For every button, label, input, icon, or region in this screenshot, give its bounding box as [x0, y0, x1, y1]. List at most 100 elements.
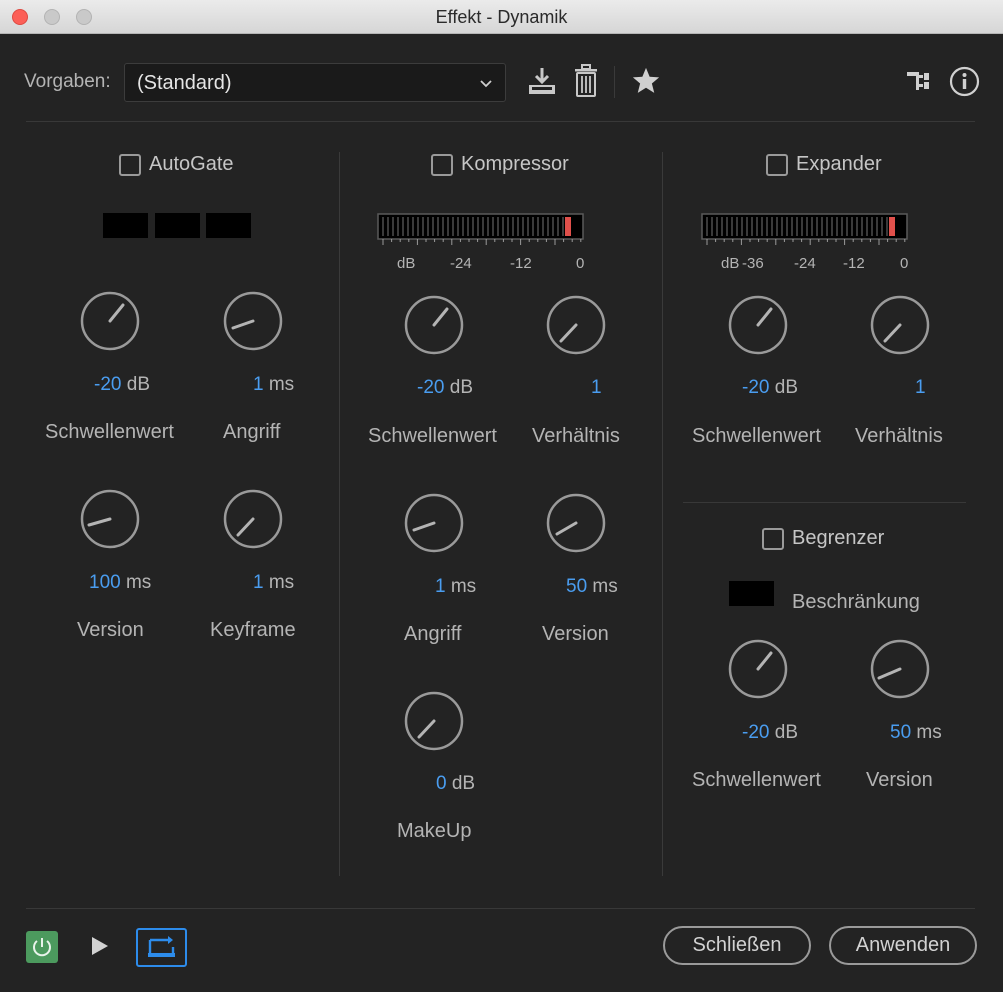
expander-threshold-knob[interactable]	[727, 294, 789, 356]
limiter-title: Begrenzer	[792, 527, 885, 549]
compressor-release-knob[interactable]	[545, 492, 607, 554]
close-button[interactable]: Schließen	[663, 926, 811, 965]
expander-meter-tick: 0	[900, 255, 909, 272]
expander-meter-segment	[871, 217, 873, 236]
limiter-checkbox[interactable]	[762, 528, 784, 550]
compressor-meter-segment	[527, 217, 529, 236]
play-icon[interactable]	[91, 936, 109, 956]
compressor-meter-segment	[387, 217, 389, 236]
autogate-release-knob[interactable]	[79, 488, 141, 550]
header-divider	[26, 121, 975, 122]
autogate-checkbox[interactable]	[119, 154, 141, 176]
info-icon[interactable]	[949, 66, 980, 97]
compressor-ratio-value[interactable]: 1	[591, 377, 602, 399]
apply-button[interactable]: Anwenden	[829, 926, 977, 965]
compressor-makeup-value[interactable]: 0 dB	[436, 773, 475, 795]
expander-meter-segment	[716, 217, 718, 236]
compressor-ratio-knob[interactable]	[545, 294, 607, 356]
limiter-threshold-value[interactable]: -20 dB	[742, 722, 798, 744]
gate-led-closed	[206, 213, 251, 238]
title-bar: Effekt - Dynamik	[0, 0, 1003, 34]
expander-meter-tick: -24	[794, 255, 816, 272]
compressor-meter-tick: 0	[576, 255, 585, 272]
compressor-meter-tick: dB	[397, 255, 416, 272]
column-divider	[339, 152, 340, 876]
expander-checkbox[interactable]	[766, 154, 788, 176]
expander-meter-segment	[821, 217, 823, 236]
compressor-meter-segment	[432, 217, 434, 236]
loop-toggle-button[interactable]	[136, 928, 187, 967]
expander-meter-tick: -36	[742, 255, 764, 272]
limiter-threshold-knob[interactable]	[727, 638, 789, 700]
chevron-down-icon	[480, 80, 492, 88]
compressor-meter-segment	[392, 217, 394, 236]
expander-meter-segment	[731, 217, 733, 236]
compressor-meter-segment	[442, 217, 444, 236]
routing-icon[interactable]	[905, 68, 933, 96]
loop-icon	[148, 936, 175, 957]
expander-meter-segment	[826, 217, 828, 236]
expander-meter-tick: -12	[843, 255, 865, 272]
expander-meter-segment	[746, 217, 748, 236]
compressor-threshold-value[interactable]: -20 dB	[417, 377, 473, 399]
autogate-hold-value[interactable]: 1 ms	[253, 572, 294, 594]
effect-panel	[0, 34, 1003, 992]
preset-dropdown[interactable]: (Standard)	[124, 63, 506, 102]
autogate-title: AutoGate	[149, 153, 234, 175]
compressor-meter-segment	[417, 217, 419, 236]
autogate-threshold-label: Schwellenwert	[45, 421, 174, 443]
limit-led	[729, 581, 774, 606]
expander-meter-segment	[816, 217, 818, 236]
compressor-attack-knob[interactable]	[403, 492, 465, 554]
compressor-meter-segment	[492, 217, 494, 236]
expander-meter-segment	[886, 217, 888, 236]
compressor-meter-segment	[482, 217, 484, 236]
expander-meter-tick: dB	[721, 255, 740, 272]
expander-meter-segment	[726, 217, 728, 236]
autogate-attack-knob[interactable]	[222, 290, 284, 352]
compressor-meter-segment	[502, 217, 504, 236]
compressor-threshold-knob[interactable]	[403, 294, 465, 356]
autogate-attack-value[interactable]: 1 ms	[253, 374, 294, 396]
compressor-checkbox[interactable]	[431, 154, 453, 176]
compressor-release-value[interactable]: 50 ms	[566, 576, 618, 598]
preset-value: (Standard)	[137, 72, 232, 94]
compressor-meter-segment	[552, 217, 554, 236]
expander-meter-segment	[846, 217, 848, 236]
expander-ratio-label: Verhältnis	[855, 425, 943, 447]
compressor-meter-segment	[422, 217, 424, 236]
autogate-release-label: Version	[77, 619, 144, 641]
compressor-makeup-label: MakeUp	[397, 820, 472, 842]
autogate-hold-knob[interactable]	[222, 488, 284, 550]
expander-meter-segment	[766, 217, 768, 236]
compressor-meter-segment	[522, 217, 524, 236]
expander-meter-segment	[851, 217, 853, 236]
expander-meter-segment	[881, 217, 883, 236]
compressor-title: Kompressor	[461, 153, 569, 175]
autogate-release-value[interactable]: 100 ms	[89, 572, 151, 594]
expander-threshold-value[interactable]: -20 dB	[742, 377, 798, 399]
expander-meter-segment	[841, 217, 843, 236]
compressor-meter-segment	[557, 217, 559, 236]
compressor-meter-segment	[452, 217, 454, 236]
expander-meter-segment	[711, 217, 713, 236]
autogate-threshold-value[interactable]: -20 dB	[94, 374, 150, 396]
compressor-meter-segment	[382, 217, 384, 236]
compressor-makeup-knob[interactable]	[403, 690, 465, 752]
expander-ratio-knob[interactable]	[869, 294, 931, 356]
trash-icon[interactable]	[573, 64, 599, 98]
power-toggle-button[interactable]	[26, 931, 58, 963]
compressor-gain-meter	[377, 213, 584, 245]
star-icon[interactable]	[631, 66, 661, 96]
limiter-release-value[interactable]: 50 ms	[890, 722, 942, 744]
compressor-attack-value[interactable]: 1 ms	[435, 576, 476, 598]
limiter-release-knob[interactable]	[869, 638, 931, 700]
window-title: Effekt - Dynamik	[435, 7, 568, 27]
expander-meter-segment	[801, 217, 803, 236]
autogate-threshold-knob[interactable]	[79, 290, 141, 352]
limit-label: Beschränkung	[792, 591, 920, 613]
expander-ratio-value[interactable]: 1	[915, 377, 926, 399]
autogate-attack-label: Angriff	[223, 421, 281, 443]
compressor-meter-segment	[477, 217, 479, 236]
save-preset-icon[interactable]	[526, 66, 558, 98]
